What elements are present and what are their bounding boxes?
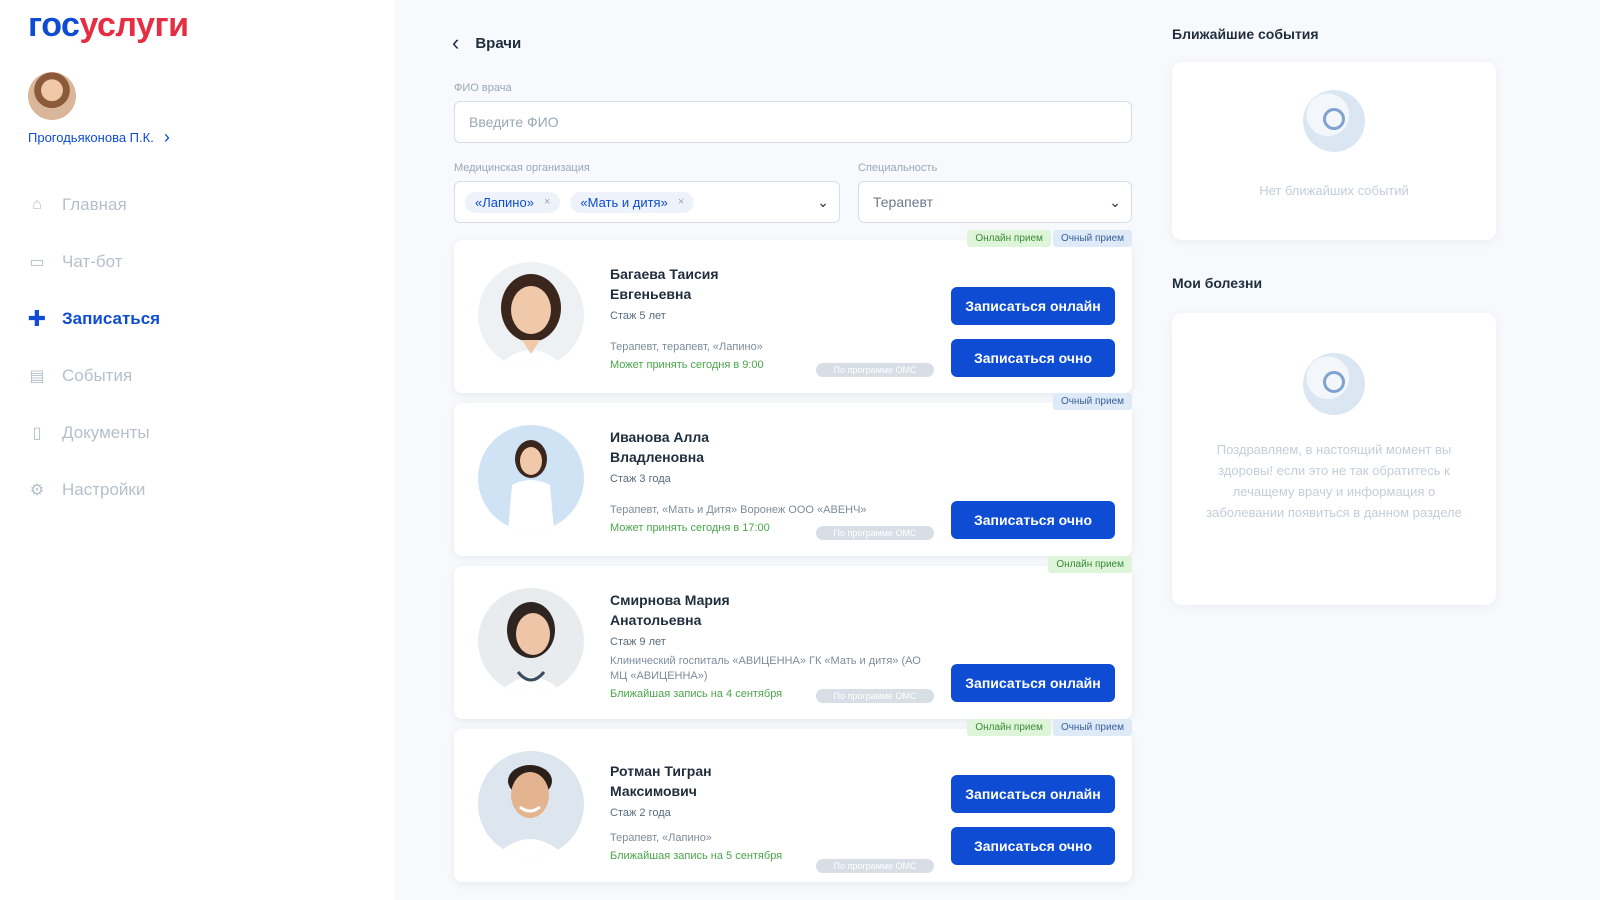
nav-item-chatbot[interactable]: ▭ Чат-бот: [28, 233, 160, 290]
doctor-card: Онлайн прием Очный прием Ротман Тигран М…: [454, 719, 1132, 882]
nav-item-label: Настройки: [62, 479, 146, 499]
nav-item-documents[interactable]: ▯ Документы: [28, 404, 160, 461]
nav-item-home[interactable]: ⌂ Главная: [28, 176, 160, 233]
offline-tag: Очный прием: [1052, 393, 1132, 410]
chat-icon: ▭: [29, 253, 45, 271]
nav-item-settings[interactable]: ⚙ Настройки: [28, 461, 160, 518]
doctor-card: Онлайн прием Очный прием Багаева Таисия …: [454, 230, 1132, 393]
specialty-label: Специальность: [858, 162, 938, 174]
specialty-select[interactable]: Терапевт ⌄: [858, 181, 1132, 223]
org-chip[interactable]: «Лапино» ×: [465, 191, 561, 213]
appointment-tags: Онлайн прием Очный прием: [967, 230, 1132, 247]
nav-item-label: События: [62, 365, 133, 385]
book-in-person-button[interactable]: Записаться очно: [951, 339, 1115, 377]
avatar[interactable]: [28, 72, 76, 120]
profile-link[interactable]: Прогодьяконова П.К. ›: [28, 127, 170, 147]
doctor-patronymic: Максимович: [610, 783, 697, 799]
oms-badge: По программе ОМС: [816, 689, 934, 703]
close-icon[interactable]: ×: [544, 196, 550, 208]
doctor-card: Онлайн прием Смирнова Мария Анатольевна …: [454, 556, 1132, 719]
nav-item-label: Главная: [62, 194, 127, 214]
offline-tag: Очный прием: [1052, 719, 1132, 736]
doctor-name: Ротман Тигран: [610, 763, 712, 779]
book-in-person-button[interactable]: Записаться очно: [951, 501, 1115, 539]
online-tag: Онлайн прием: [967, 230, 1051, 247]
doctor-specialty: Терапевт, «Лапино»: [610, 832, 712, 844]
plus-icon: ✚: [27, 305, 47, 331]
nav-item-events[interactable]: ▤ События: [28, 347, 160, 404]
doctor-info: Иванова Алла Владленовна Стаж 3 года Тер…: [610, 427, 930, 534]
org-label: Медицинская организация: [454, 162, 590, 174]
doctor-photo: [478, 262, 584, 368]
doctor-patronymic: Анатольевна: [610, 612, 702, 628]
back-button[interactable]: ‹ Врачи: [452, 32, 521, 54]
events-empty-text: Нет ближайших событий: [1259, 183, 1409, 198]
appointment-tags: Онлайн прием: [1048, 556, 1132, 573]
doctor-experience: Стаж 9 лет: [610, 636, 666, 648]
events-panel: Нет ближайших событий: [1172, 62, 1496, 240]
diseases-empty-text: Поздравляем, в настоящий момент вы здоро…: [1206, 442, 1462, 520]
nav-item-appointment[interactable]: ✚ Записаться: [28, 290, 160, 347]
home-icon: ⌂: [32, 195, 42, 213]
book-online-button[interactable]: Записаться онлайн: [951, 775, 1115, 813]
gear-icon: ⚙: [29, 481, 45, 499]
user-name: Прогодьяконова П.К.: [28, 130, 154, 145]
close-icon[interactable]: ×: [678, 196, 684, 208]
online-tag: Онлайн прием: [1048, 556, 1132, 573]
oms-badge: По программе ОМС: [816, 526, 934, 540]
book-in-person-button[interactable]: Записаться очно: [951, 827, 1115, 865]
nav-item-label: Записаться: [62, 308, 161, 328]
search-icon: [1303, 90, 1365, 152]
doctor-specialty: Терапевт, «Мать и Дитя» Воронеж ООО «АВЕ…: [610, 504, 867, 516]
book-online-button[interactable]: Записаться онлайн: [951, 664, 1115, 702]
document-icon: ▯: [32, 424, 42, 442]
doctor-info: Смирнова Мария Анатольевна Стаж 9 лет Кл…: [610, 590, 930, 700]
org-chip[interactable]: «Мать и дитя» ×: [570, 191, 695, 213]
doctor-photo: [478, 425, 584, 531]
nav-item-label: Документы: [62, 422, 150, 442]
fio-label: ФИО врача: [454, 82, 512, 94]
fio-search-input[interactable]: Введите ФИО: [454, 101, 1132, 143]
book-online-button[interactable]: Записаться онлайн: [951, 287, 1115, 325]
specialty-value: Терапевт: [873, 194, 934, 210]
chevron-left-icon: ‹: [452, 30, 460, 55]
doctor-specialty: Клинический госпиталь «АВИЦЕННА» ГК «Мат…: [610, 655, 921, 682]
oms-badge: По программе ОМС: [816, 363, 934, 377]
diseases-panel: Поздравляем, в настоящий момент вы здоро…: [1172, 313, 1496, 605]
appointment-tags: Онлайн прием Очный прием: [967, 719, 1132, 736]
calendar-icon: ▤: [29, 367, 45, 385]
doctor-info: Ротман Тигран Максимович Стаж 2 года Тер…: [610, 761, 930, 862]
appointment-tags: Очный прием: [1052, 393, 1132, 410]
offline-tag: Очный прием: [1052, 230, 1132, 247]
sidebar-nav: ⌂ Главная ▭ Чат-бот ✚ Записаться ▤ Событ…: [28, 176, 160, 518]
sidebar: госуслуги Прогодьяконова П.К. › ⌂ Главна…: [0, 0, 395, 900]
doctor-card: Очный прием Иванова Алла Владленовна Ста…: [454, 393, 1132, 556]
oms-badge: По программе ОМС: [816, 859, 934, 873]
search-icon: [1303, 353, 1365, 415]
page-title: Врачи: [475, 34, 522, 52]
chevron-down-icon: ⌄: [1109, 193, 1121, 210]
doctor-info: Багаева Таисия Евгеньевна Стаж 5 лет Тер…: [610, 264, 930, 371]
org-select[interactable]: «Лапино» × «Мать и дитя» × ⌄: [454, 181, 840, 223]
doctor-name: Смирнова Мария: [610, 592, 730, 608]
doctor-experience: Стаж 3 года: [610, 473, 671, 485]
doctor-patronymic: Владленовна: [610, 449, 705, 465]
doctor-name: Багаева Таисия: [610, 266, 719, 282]
doctor-patronymic: Евгеньевна: [610, 286, 692, 302]
doctor-photo: [478, 588, 584, 694]
doctor-photo: [478, 751, 584, 857]
doctor-name: Иванова Алла: [610, 429, 710, 445]
doctor-experience: Стаж 2 года: [610, 807, 671, 819]
gosuslugi-logo[interactable]: госуслуги: [28, 6, 189, 45]
events-title: Ближайшие события: [1172, 26, 1319, 42]
doctor-specialty: Терапевт, терапевт, «Лапино»: [610, 341, 763, 353]
doctor-experience: Стаж 5 лет: [610, 310, 666, 322]
diseases-title: Мои болезни: [1172, 275, 1263, 291]
nav-item-label: Чат-бот: [62, 251, 123, 271]
chevron-right-icon: ›: [163, 127, 170, 147]
online-tag: Онлайн прием: [967, 719, 1051, 736]
chevron-down-icon: ⌄: [817, 193, 829, 210]
